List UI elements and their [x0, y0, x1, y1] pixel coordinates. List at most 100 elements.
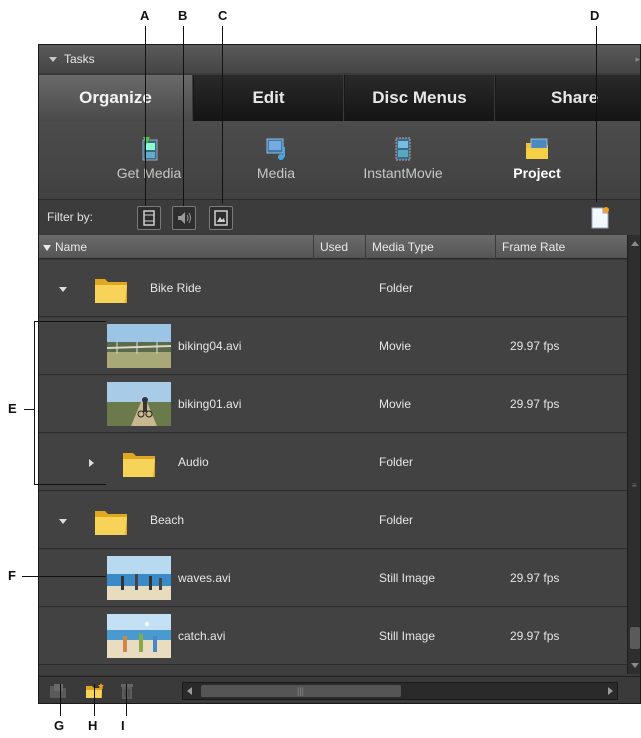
folder-icon	[95, 279, 127, 303]
tab-edit[interactable]: Edit	[194, 75, 344, 121]
sort-descending-icon	[43, 244, 51, 251]
filter-label: Filter by:	[47, 210, 94, 224]
row-frame-rate: 29.97 fps	[510, 339, 560, 353]
clip-thumbnail	[107, 614, 171, 658]
panel-title: Tasks	[64, 52, 95, 66]
bottom-bar: |||	[39, 676, 640, 703]
callout-line-e	[24, 409, 34, 410]
callout-line-a	[145, 26, 146, 206]
project-label: Project	[513, 165, 561, 181]
row-media-type: Still Image	[379, 629, 436, 643]
row-media-type: Still Image	[379, 571, 436, 585]
callout-bracket-e-top	[34, 321, 106, 322]
row-frame-rate: 29.97 fps	[510, 397, 560, 411]
folder-icon	[123, 453, 155, 477]
new-folder-disabled-icon	[50, 684, 66, 698]
delete-icon	[121, 684, 133, 699]
instant-movie-icon	[348, 135, 458, 163]
callout-line-c	[222, 26, 223, 204]
callout-c: C	[218, 8, 228, 23]
callout-line-d	[596, 26, 597, 202]
row-media-type: Folder	[379, 281, 414, 295]
folder-icon	[95, 511, 127, 535]
clip-thumbnail	[107, 382, 171, 426]
get-media-label: Get Media	[116, 165, 182, 181]
vertical-scroll-thumb[interactable]	[630, 627, 640, 649]
callout-b: B	[178, 8, 188, 23]
column-header-name[interactable]: Name	[39, 235, 313, 259]
collapse-triangle-icon[interactable]	[49, 57, 57, 63]
column-header-used[interactable]: Used	[313, 235, 365, 259]
callout-line-g	[60, 684, 61, 716]
row-name: Audio	[178, 455, 209, 469]
task-tabs: Organize Edit Disc Menus Share	[39, 75, 640, 121]
row-media-type: Movie	[379, 397, 412, 411]
expand-down-icon[interactable]	[59, 287, 67, 292]
column-name-label: Name	[55, 240, 88, 254]
delete-button[interactable]	[117, 681, 137, 701]
callout-e: E	[8, 401, 17, 416]
scroll-right-icon[interactable]	[608, 687, 613, 695]
tab-share[interactable]: Share	[496, 75, 640, 121]
new-document-icon	[591, 207, 609, 229]
filter-audio-button[interactable]	[172, 206, 196, 230]
project-icon	[482, 135, 592, 163]
instant-movie-button[interactable]: InstantMovie	[348, 135, 458, 181]
row-frame-rate: 29.97 fps	[510, 571, 560, 585]
table-row[interactable]: biking04.avi Movie 29.97 fps	[39, 318, 627, 375]
filter-video-icon	[143, 210, 155, 226]
tab-disc-menus[interactable]: Disc Menus	[345, 75, 495, 121]
table-row[interactable]: Bike Ride Folder	[39, 260, 627, 317]
callout-line-h	[94, 684, 95, 716]
callout-h: H	[88, 718, 98, 733]
project-button[interactable]: Project	[482, 135, 592, 181]
new-folder-disabled-button[interactable]	[48, 681, 68, 701]
clip-thumbnail	[107, 556, 171, 600]
media-label: Media	[256, 165, 296, 181]
expand-right-icon[interactable]	[89, 459, 94, 467]
instant-movie-label: InstantMovie	[363, 165, 443, 181]
table-row[interactable]: Audio Folder	[39, 434, 627, 491]
media-button[interactable]: Media	[221, 135, 331, 181]
row-name: biking01.avi	[178, 397, 242, 411]
clip-thumbnail	[107, 324, 171, 368]
scroll-down-icon[interactable]	[631, 663, 639, 668]
panel-titlebar[interactable]: Tasks ▸	[39, 45, 640, 73]
expand-down-icon[interactable]	[59, 519, 67, 524]
callout-d: D	[590, 8, 600, 23]
table-row[interactable]: biking01.avi Movie 29.97 fps	[39, 376, 627, 433]
media-icon	[221, 135, 331, 163]
get-media-icon	[94, 135, 204, 163]
row-name: waves.avi	[178, 571, 231, 585]
get-media-button[interactable]: Get Media	[94, 135, 204, 181]
row-media-type: Movie	[379, 339, 412, 353]
row-name: Beach	[150, 513, 185, 527]
callout-line-f	[22, 576, 106, 577]
table-row[interactable]: Beach Folder	[39, 492, 627, 549]
callout-i: I	[121, 718, 125, 733]
table-row[interactable]: waves.avi Still Image 29.97 fps	[39, 550, 627, 607]
scroll-grip-icon: |||	[297, 686, 305, 696]
filter-video-button[interactable]	[137, 206, 161, 230]
tab-organize[interactable]: Organize	[39, 75, 193, 121]
filter-still-image-button[interactable]	[209, 206, 233, 230]
panel-scroll-right-icon[interactable]: ▸	[635, 45, 640, 73]
scroll-left-icon[interactable]	[187, 687, 192, 695]
column-header-media-type[interactable]: Media Type	[365, 235, 495, 259]
callout-line-b	[183, 26, 184, 206]
scroll-up-icon[interactable]	[631, 241, 639, 246]
callout-bracket-e	[34, 321, 35, 484]
callout-g: G	[54, 718, 65, 733]
row-name: biking04.avi	[178, 339, 242, 353]
callout-f: F	[8, 568, 16, 583]
horizontal-scrollbar[interactable]: |||	[182, 682, 618, 700]
new-folder-icon	[86, 683, 104, 698]
row-name: catch.avi	[178, 629, 226, 643]
scroll-grip-icon: ≡	[632, 481, 637, 490]
table-row[interactable]: catch.avi Still Image 29.97 fps	[39, 608, 627, 665]
new-item-button[interactable]	[587, 204, 613, 232]
column-header-frame-rate[interactable]: Frame Rate	[495, 235, 627, 259]
vertical-scrollbar[interactable]: ≡	[627, 235, 640, 674]
organize-toolbar: Get Media Media InstantMovie Project	[39, 121, 640, 199]
media-list: Bike Ride Folder biking04.avi Movie 29.9…	[39, 260, 627, 674]
